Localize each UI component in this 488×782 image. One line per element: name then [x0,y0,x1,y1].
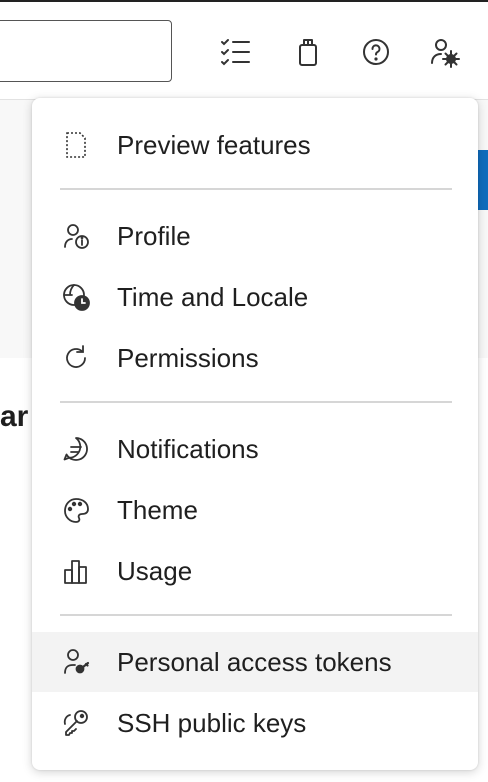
menu-divider [60,614,452,616]
work-items-icon[interactable] [218,34,254,70]
menu-item-permissions[interactable]: Permissions [32,328,478,388]
menu-item-time-locale[interactable]: Time and Locale [32,267,478,327]
user-settings-menu: Preview features Profile Time and Locale [32,98,478,770]
menu-item-personal-access-tokens[interactable]: Personal access tokens [32,632,478,692]
preview-features-icon [60,129,92,161]
permissions-icon [60,342,92,374]
menu-item-preview-features[interactable]: Preview features [32,115,478,175]
menu-item-ssh-public-keys[interactable]: SSH public keys [32,693,478,753]
menu-item-label: Theme [117,494,198,525]
time-locale-icon [60,281,92,313]
background-heading-fragment: ar [0,400,29,433]
menu-item-label: Usage [117,555,193,586]
menu-item-label: Notifications [117,433,259,464]
personal-access-tokens-icon [60,646,92,678]
menu-item-theme[interactable]: Theme [32,480,478,540]
ssh-keys-icon [60,707,92,739]
menu-item-label: Profile [117,220,191,251]
menu-item-notifications[interactable]: Notifications [32,419,478,479]
marketplace-bag-icon[interactable] [290,34,326,70]
menu-item-label: Personal access tokens [117,646,392,677]
usage-icon [60,555,92,587]
menu-item-label: SSH public keys [117,707,307,738]
menu-item-usage[interactable]: Usage [32,541,478,601]
profile-icon [60,220,92,252]
user-settings-icon[interactable] [426,34,462,70]
menu-item-profile[interactable]: Profile [32,206,478,266]
menu-item-label: Permissions [117,342,259,373]
theme-icon [60,494,92,526]
notifications-icon [60,433,92,465]
top-header-bar [0,0,488,100]
search-input[interactable] [0,20,172,82]
menu-item-label: Preview features [117,129,311,160]
help-icon[interactable] [358,34,394,70]
menu-divider [60,401,452,403]
menu-item-label: Time and Locale [117,281,309,312]
menu-divider [60,188,452,190]
